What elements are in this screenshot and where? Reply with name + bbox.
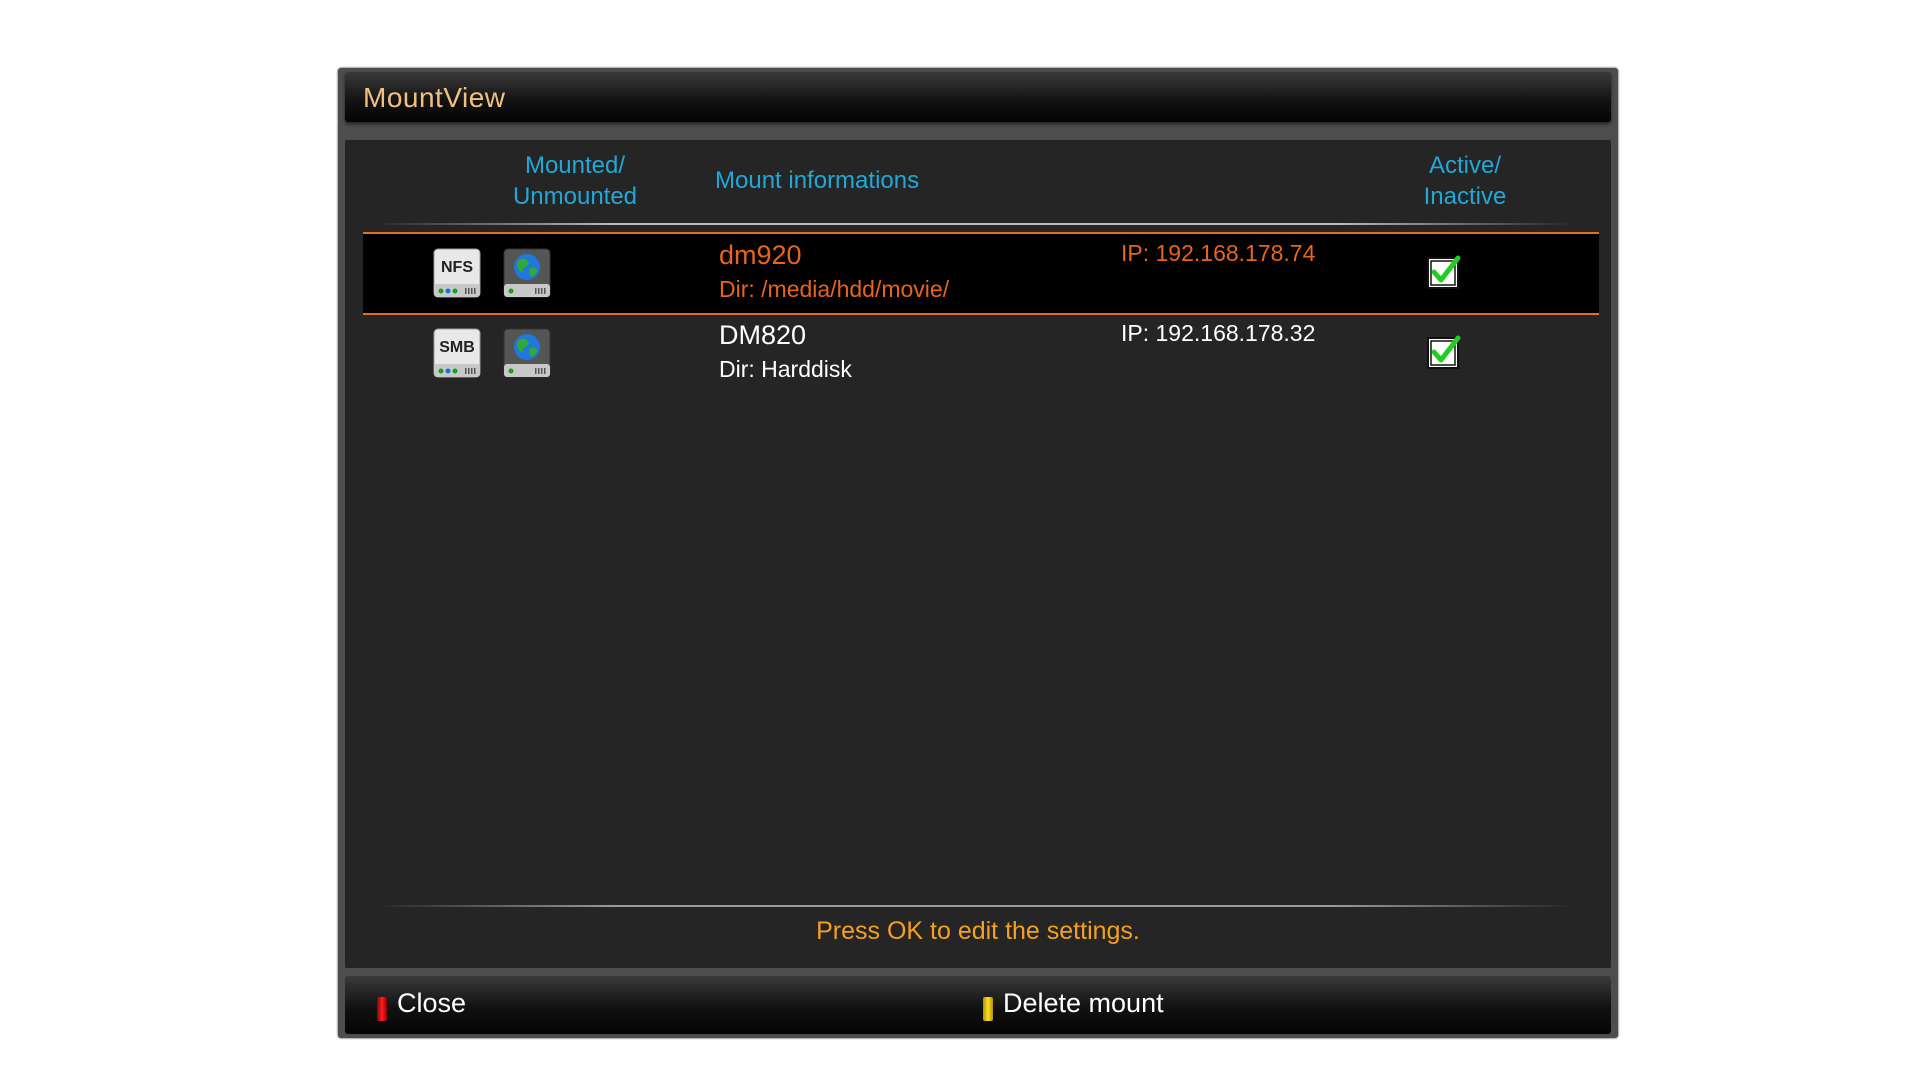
mountview-window: MountView Mounted/ Unmounted Mount infor… <box>338 68 1618 1038</box>
smb-label: SMB <box>439 339 475 356</box>
network-mounted-icon <box>503 248 551 298</box>
column-header-mounted: Mounted/ Unmounted <box>455 150 695 212</box>
close-button[interactable]: Close <box>397 988 466 1019</box>
network-mounted-icon <box>503 328 551 378</box>
nfs-drive-icon: NFS <box>433 248 481 298</box>
smb-drive-icon: SMB <box>433 328 481 378</box>
column-header-active: Active/ Inactive <box>1385 150 1545 212</box>
mount-ip: IP: 192.168.178.32 <box>1121 320 1316 346</box>
mount-list-item[interactable]: SMB DM820 Dir: Harddisk IP: 192.168.178.… <box>363 314 1599 393</box>
mount-list-panel: Mounted/ Unmounted Mount informations Ac… <box>345 140 1611 968</box>
button-bar: Close Delete mount <box>345 976 1611 1034</box>
mount-dir: Dir: /media/hdd/movie/ <box>719 276 950 302</box>
column-header-active-line2: Inactive <box>1423 183 1507 210</box>
nfs-label: NFS <box>441 259 473 276</box>
hint-text: Press OK to edit the settings. <box>816 917 1140 945</box>
yellow-key-icon <box>983 997 993 1021</box>
mount-name: dm920 <box>719 240 802 270</box>
column-header-active-line1: Active/ <box>1428 152 1502 179</box>
active-checkbox-icon[interactable] <box>1426 334 1462 370</box>
header-separator <box>375 223 1575 225</box>
title-bar: MountView <box>345 72 1611 122</box>
mount-dir: Dir: Harddisk <box>719 356 852 382</box>
delete-mount-button[interactable]: Delete mount <box>1003 988 1164 1019</box>
column-header-info: Mount informations <box>715 167 920 194</box>
mount-name: DM820 <box>719 320 807 350</box>
mount-ip: IP: 192.168.178.74 <box>1121 240 1316 266</box>
column-header-mounted-line1: Mounted/ <box>524 152 626 179</box>
mount-list-item[interactable]: NFS dm920 Dir: /media/hdd/movie/ IP: 192… <box>363 232 1599 315</box>
column-header-mounted-line2: Unmounted <box>512 183 638 210</box>
red-key-icon <box>377 997 387 1021</box>
window-title: MountView <box>363 82 506 113</box>
footer-separator <box>375 905 1575 907</box>
active-checkbox-icon[interactable] <box>1426 254 1462 290</box>
